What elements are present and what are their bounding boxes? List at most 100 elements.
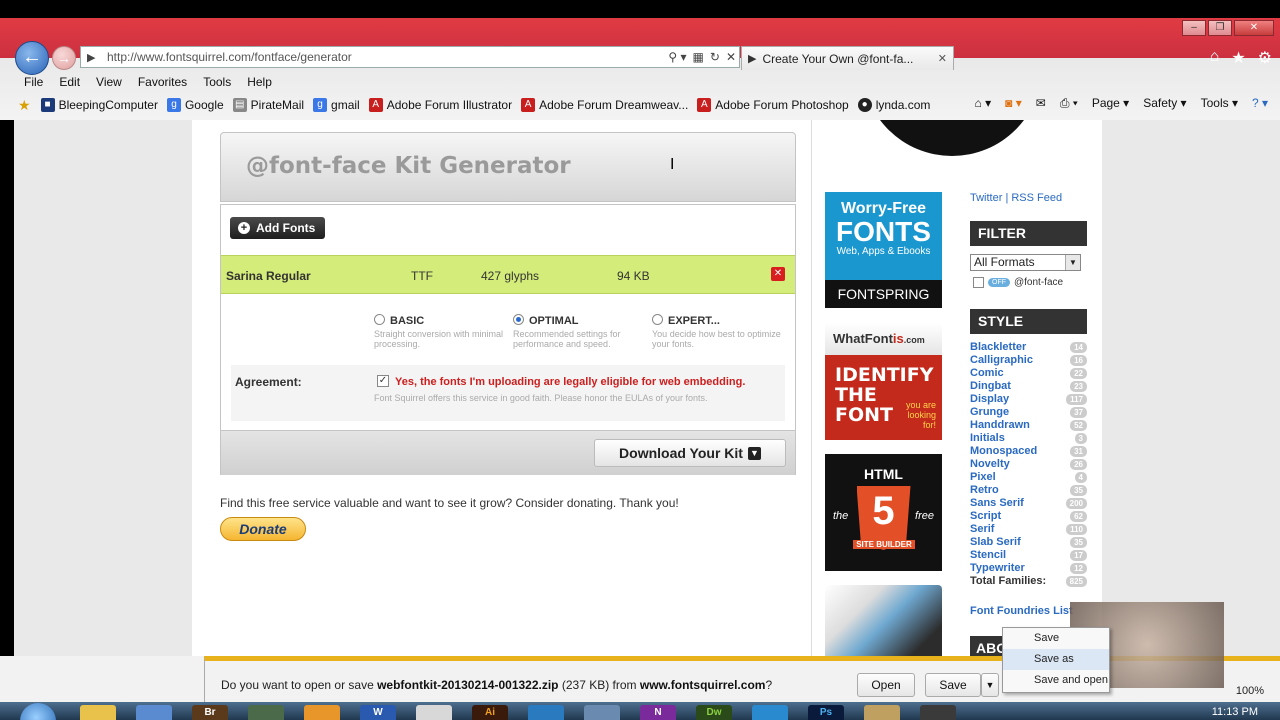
favorite-link[interactable]: ● lynda.com — [857, 98, 930, 112]
style-link[interactable]: Display 117 — [970, 393, 1087, 406]
compat-icon[interactable]: ▦ — [690, 50, 707, 64]
foundries-link[interactable]: Font Foundries List — [970, 605, 1073, 617]
favorites-star-icon[interactable]: ★ — [1231, 48, 1245, 68]
zoom-level[interactable]: 100% — [1236, 685, 1264, 697]
favorite-link[interactable]: ■ BleepingComputer — [40, 98, 158, 112]
gear-icon[interactable]: ⚙ — [1258, 48, 1272, 68]
fontspring-ad[interactable]: Worry-Free FONTS Web, Apps & Ebooks FONT… — [825, 192, 942, 308]
favorite-link[interactable]: ▤ PirateMail — [232, 98, 304, 112]
word-icon[interactable]: W — [360, 705, 396, 720]
app-icon[interactable] — [416, 705, 452, 720]
style-link[interactable]: Initials 3 — [970, 432, 1087, 445]
style-link[interactable]: Handdrawn 52 — [970, 419, 1087, 432]
favorite-link[interactable]: g gmail — [313, 98, 360, 112]
fontface-checkbox[interactable] — [973, 277, 984, 288]
menu-favorites[interactable]: Favorites — [130, 72, 195, 92]
start-button[interactable] — [20, 703, 56, 720]
tab-active[interactable]: ▶ Create Your Own @font-fa... ✕ — [741, 46, 954, 70]
stop-icon[interactable]: ✕ — [723, 50, 739, 64]
minimize-button[interactable]: – — [1182, 20, 1206, 36]
style-link[interactable]: Slab Serif 35 — [970, 536, 1087, 549]
menu-save-and-open[interactable]: Save and open — [1003, 670, 1109, 691]
cmd-safety[interactable]: Safety ▾ — [1143, 96, 1186, 111]
close-button[interactable]: ✕ — [1234, 20, 1274, 36]
mode-expert[interactable]: EXPERT... You decide how best to optimiz… — [652, 313, 782, 349]
style-link[interactable]: Retro 35 — [970, 484, 1087, 497]
save-button[interactable]: Save — [925, 673, 981, 697]
folder-icon[interactable] — [80, 705, 116, 720]
style-link[interactable]: Comic 22 — [970, 367, 1087, 380]
style-link[interactable]: Blackletter 14 — [970, 341, 1087, 354]
app-icon[interactable] — [920, 705, 956, 720]
menu-file[interactable]: File — [16, 72, 51, 92]
mail-icon[interactable]: ✉ — [1036, 96, 1046, 111]
social-links[interactable]: Twitter | RSS Feed — [970, 192, 1062, 204]
favorite-link[interactable]: g Google — [166, 98, 224, 112]
radio-optimal[interactable] — [513, 314, 524, 325]
app-icon[interactable] — [304, 705, 340, 720]
radio-expert[interactable] — [652, 314, 663, 325]
agreement-text[interactable]: Yes, the fonts I'm uploading are legally… — [395, 376, 745, 388]
remove-font-icon[interactable]: ✕ — [771, 267, 785, 281]
menu-save-as[interactable]: Save as — [1003, 649, 1109, 670]
restore-button[interactable]: ❐ — [1208, 20, 1232, 36]
help-icon[interactable]: ? ▾ — [1252, 96, 1268, 111]
app-icon[interactable] — [248, 705, 284, 720]
agreement-checkbox[interactable]: ✓ — [377, 375, 389, 387]
cmd-page[interactable]: Page ▾ — [1092, 96, 1129, 111]
style-link[interactable]: Stencil 17 — [970, 549, 1087, 562]
app-icon[interactable] — [584, 705, 620, 720]
back-button[interactable]: ← — [15, 41, 49, 75]
onenote-icon[interactable]: N — [640, 705, 676, 720]
rss-icon[interactable]: ◙ ▾ — [1005, 96, 1022, 111]
bridge-icon[interactable]: Br — [192, 705, 228, 720]
address-bar[interactable]: ▶ http://www.fontsquirrel.com/fontface/g… — [80, 46, 740, 68]
donate-button[interactable]: Donate — [220, 517, 306, 541]
menu-help[interactable]: Help — [239, 72, 280, 92]
format-select[interactable]: All Formats ▼ — [970, 254, 1081, 271]
illustrator-icon[interactable]: Ai — [472, 705, 508, 720]
style-link[interactable]: Sans Serif 200 — [970, 497, 1087, 510]
style-link[interactable]: Dingbat 23 — [970, 380, 1087, 393]
mode-basic[interactable]: BASIC Straight conversion with minimal p… — [374, 313, 504, 349]
menu-tools[interactable]: Tools — [195, 72, 239, 92]
style-link[interactable]: Novelty 26 — [970, 458, 1087, 471]
menu-view[interactable]: View — [88, 72, 130, 92]
tab-close-icon[interactable]: ✕ — [938, 52, 947, 65]
dreamweaver-icon[interactable]: Dw — [696, 705, 732, 720]
favorite-link[interactable]: A Adobe Forum Illustrator — [368, 98, 512, 112]
address-url[interactable]: http://www.fontsquirrel.com/fontface/gen… — [103, 50, 665, 64]
style-link[interactable]: Grunge 37 — [970, 406, 1087, 419]
search-icon[interactable]: ⚲ ▾ — [665, 50, 689, 64]
radio-basic[interactable] — [374, 314, 385, 325]
menu-edit[interactable]: Edit — [51, 72, 88, 92]
style-link[interactable]: Calligraphic 16 — [970, 354, 1087, 367]
favorite-link[interactable]: A Adobe Forum Dreamweav... — [521, 98, 688, 112]
home-icon[interactable]: ⌂ ▾ — [975, 96, 992, 111]
app-icon[interactable] — [864, 705, 900, 720]
product-ad[interactable] — [825, 585, 942, 656]
style-link[interactable]: Monospaced 31 — [970, 445, 1087, 458]
html5-ad[interactable]: HTML 5 the free SITE BUILDER — [825, 454, 942, 571]
add-fonts-button[interactable]: + Add Fonts — [230, 217, 326, 239]
style-link[interactable]: Serif 110 — [970, 523, 1087, 536]
favorite-link[interactable]: A Adobe Forum Photoshop — [697, 98, 849, 112]
open-button[interactable]: Open — [857, 673, 915, 697]
photoshop-icon[interactable]: Ps — [808, 705, 844, 720]
ie-icon[interactable] — [752, 705, 788, 720]
style-link[interactable]: Pixel 4 — [970, 471, 1087, 484]
fontface-filter[interactable]: OFF @font-face — [973, 277, 1063, 288]
favorites-star-icon[interactable]: ★ — [18, 97, 31, 114]
app-icon[interactable] — [528, 705, 564, 720]
style-link[interactable]: Script 62 — [970, 510, 1087, 523]
save-options-button[interactable]: ▼ — [981, 673, 999, 697]
download-kit-button[interactable]: Download Your Kit ▼ — [594, 439, 786, 467]
print-icon[interactable]: ⎙ ▾ — [1060, 96, 1078, 111]
refresh-icon[interactable]: ↻ — [707, 50, 723, 64]
style-link[interactable]: Typewriter 12 — [970, 562, 1087, 575]
forward-button[interactable]: → — [52, 46, 76, 70]
app-icon[interactable] — [136, 705, 172, 720]
menu-save[interactable]: Save — [1003, 628, 1109, 649]
home-icon[interactable]: ⌂ — [1210, 48, 1220, 68]
whatfontis-ad[interactable]: WhatFontis.com IDENTIFY THE FONT you are… — [825, 323, 942, 440]
